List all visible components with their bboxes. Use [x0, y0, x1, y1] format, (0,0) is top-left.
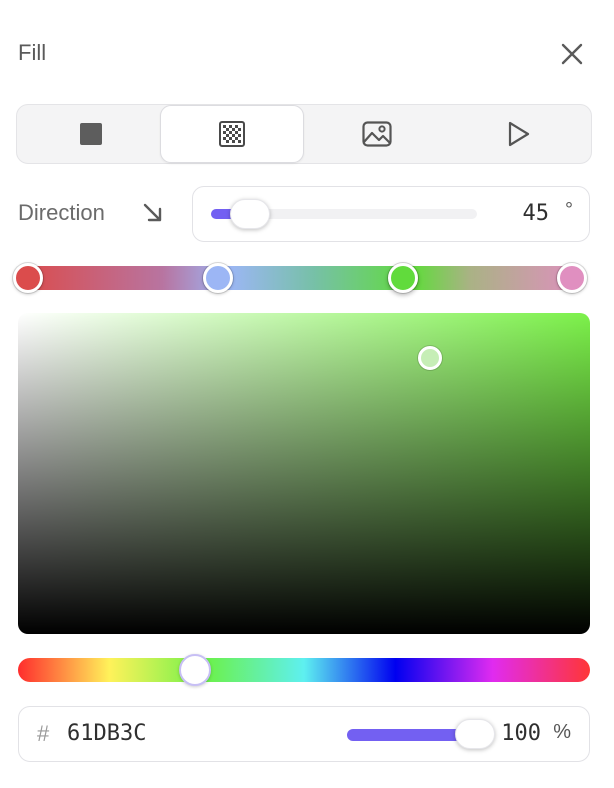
tab-video-fill[interactable] — [447, 105, 591, 163]
gradient-stop[interactable] — [557, 263, 587, 293]
direction-unit: ° — [565, 199, 573, 221]
opacity-slider-fill — [347, 729, 467, 741]
tab-image-fill[interactable] — [305, 105, 449, 163]
image-icon — [362, 121, 392, 147]
color-picker-handle[interactable] — [417, 345, 442, 370]
opacity-unit: % — [553, 721, 571, 743]
video-play-icon — [508, 121, 530, 147]
gradient-stop[interactable] — [13, 263, 43, 293]
direction-slider-thumb[interactable] — [230, 199, 271, 229]
close-icon — [561, 43, 583, 65]
color-value-row: # 100 % — [18, 706, 590, 762]
opacity-slider-thumb[interactable] — [455, 719, 495, 749]
gradient-icon — [219, 121, 245, 147]
panel-header: Fill — [18, 38, 598, 70]
hex-input[interactable] — [67, 721, 227, 746]
panel-title: Fill — [18, 40, 47, 65]
hash-symbol: # — [37, 721, 50, 746]
direction-button[interactable] — [140, 200, 166, 226]
saturation-value-picker[interactable] — [18, 313, 590, 634]
tab-gradient-fill[interactable] — [160, 105, 304, 163]
arrow-down-right-icon — [143, 203, 162, 222]
direction-angle-control: 45 ° — [192, 186, 590, 242]
opacity-slider-track[interactable] — [347, 729, 467, 741]
tab-solid-fill[interactable] — [19, 105, 163, 163]
fill-type-selector — [16, 104, 592, 164]
solid-square-icon — [80, 123, 102, 145]
gradient-bar[interactable] — [22, 266, 582, 290]
hue-slider[interactable] — [18, 658, 590, 682]
close-button[interactable] — [558, 40, 586, 68]
direction-value[interactable]: 45 — [523, 201, 550, 226]
opacity-value[interactable]: 100 — [501, 721, 541, 746]
direction-label: Direction — [18, 200, 105, 225]
